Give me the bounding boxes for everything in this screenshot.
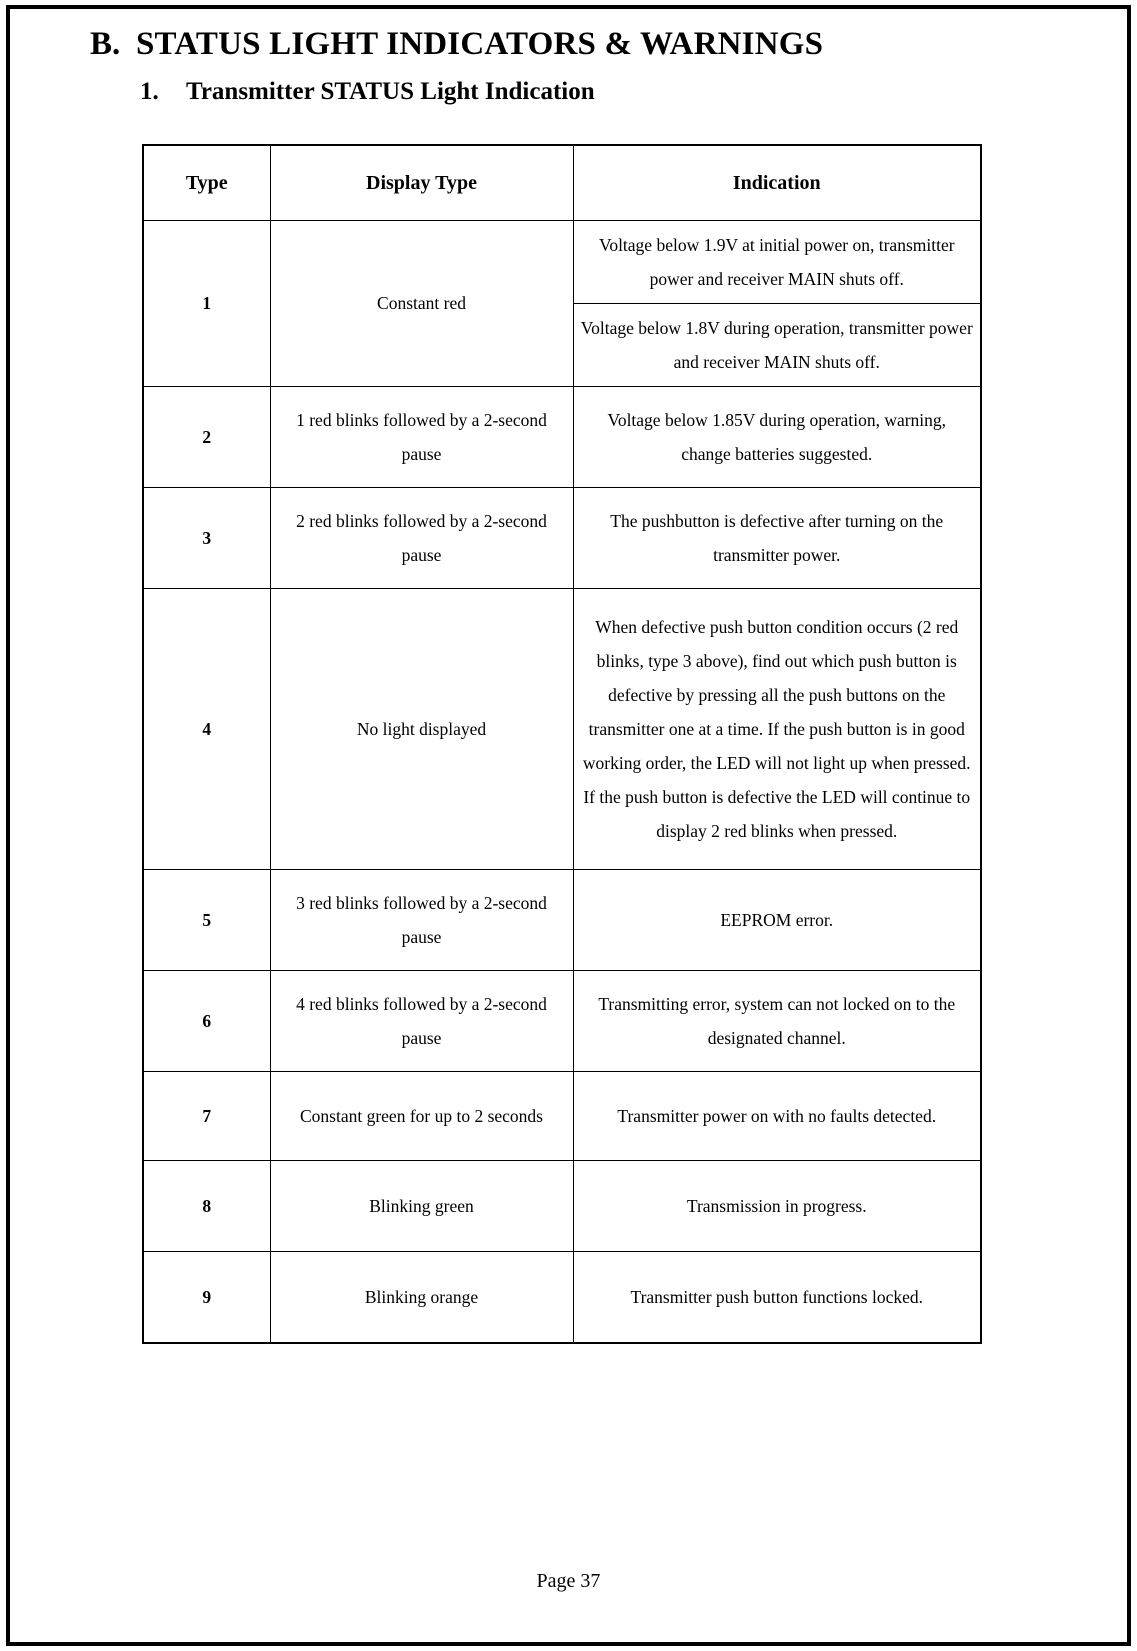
column-header-display-type: Display Type [269, 144, 574, 221]
table-row: 4 No light displayed When defective push… [142, 587, 982, 870]
subsection-title: Transmitter STATUS Light Indication [186, 77, 595, 105]
subsection-number: 1. [140, 77, 159, 105]
cell-type: 9 [142, 1250, 271, 1344]
subsection-heading: 1. Transmitter STATUS Light Indication [40, 78, 1097, 106]
cell-type: 3 [142, 486, 271, 589]
page-footer: Page 37 [536, 1570, 601, 1592]
status-table-container: Type Display Type Indication 1 Constant … [40, 143, 1097, 1344]
cell-type: 5 [142, 868, 271, 971]
cell-indication: Transmission in progress. [572, 1159, 982, 1252]
cell-display-type: Blinking orange [269, 1250, 574, 1344]
cell-display-type: No light displayed [269, 587, 574, 870]
cell-indication: Transmitting error, system can not locke… [572, 969, 982, 1072]
cell-display-type: 1 red blinks followed by a 2-second paus… [269, 385, 574, 488]
table-row: 7 Constant green for up to 2 seconds Tra… [142, 1070, 982, 1161]
cell-display-type: 2 red blinks followed by a 2-second paus… [269, 486, 574, 589]
page-content: B. STATUS LIGHT INDICATORS & WARNINGS 1.… [0, 0, 1137, 1651]
cell-type: 2 [142, 385, 271, 488]
section-heading: B. STATUS LIGHT INDICATORS & WARNINGS [40, 26, 1097, 64]
cell-indication: EEPROM error. [572, 868, 982, 971]
cell-type: 8 [142, 1159, 271, 1252]
cell-type: 4 [142, 587, 271, 870]
section-title: STATUS LIGHT INDICATORS & WARNINGS [136, 26, 824, 62]
table-row: 2 1 red blinks followed by a 2-second pa… [142, 385, 982, 488]
cell-display-type: Blinking green [269, 1159, 574, 1252]
cell-indication: Transmitter power on with no faults dete… [572, 1070, 982, 1161]
cell-indication: The pushbutton is defective after turnin… [572, 486, 982, 589]
cell-display-type: Constant green for up to 2 seconds [269, 1070, 574, 1161]
cell-display-type: 4 red blinks followed by a 2-second paus… [269, 969, 574, 1072]
cell-type: 6 [142, 969, 271, 1072]
section-letter: B. [90, 26, 121, 62]
cell-indication: When defective push button condition occ… [572, 587, 982, 870]
table-row: 5 3 red blinks followed by a 2-second pa… [142, 868, 982, 971]
table-row: 8 Blinking green Transmission in progres… [142, 1159, 982, 1252]
column-header-indication: Indication [572, 144, 982, 221]
cell-type: 7 [142, 1070, 271, 1161]
status-light-table: Type Display Type Indication 1 Constant … [142, 143, 982, 1344]
cell-type: 1 [142, 219, 271, 387]
document-page: B. STATUS LIGHT INDICATORS & WARNINGS 1.… [0, 0, 1137, 1651]
cell-indication-b: Voltage below 1.8V during operation, tra… [572, 302, 982, 387]
column-header-type: Type [142, 144, 271, 221]
table-row: 9 Blinking orange Transmitter push butto… [142, 1250, 982, 1344]
cell-display-type: 3 red blinks followed by a 2-second paus… [269, 868, 574, 971]
table-header-row: Type Display Type Indication [142, 144, 982, 221]
cell-indication-a: Voltage below 1.9V at initial power on, … [572, 219, 982, 304]
table-row: 6 4 red blinks followed by a 2-second pa… [142, 969, 982, 1072]
cell-indication: Voltage below 1.85V during operation, wa… [572, 385, 982, 488]
table-row: 1 Constant red Voltage below 1.9V at ini… [142, 219, 982, 387]
cell-display-type: Constant red [269, 219, 574, 387]
table-row: 3 2 red blinks followed by a 2-second pa… [142, 486, 982, 589]
cell-indication: Transmitter push button functions locked… [572, 1250, 982, 1344]
